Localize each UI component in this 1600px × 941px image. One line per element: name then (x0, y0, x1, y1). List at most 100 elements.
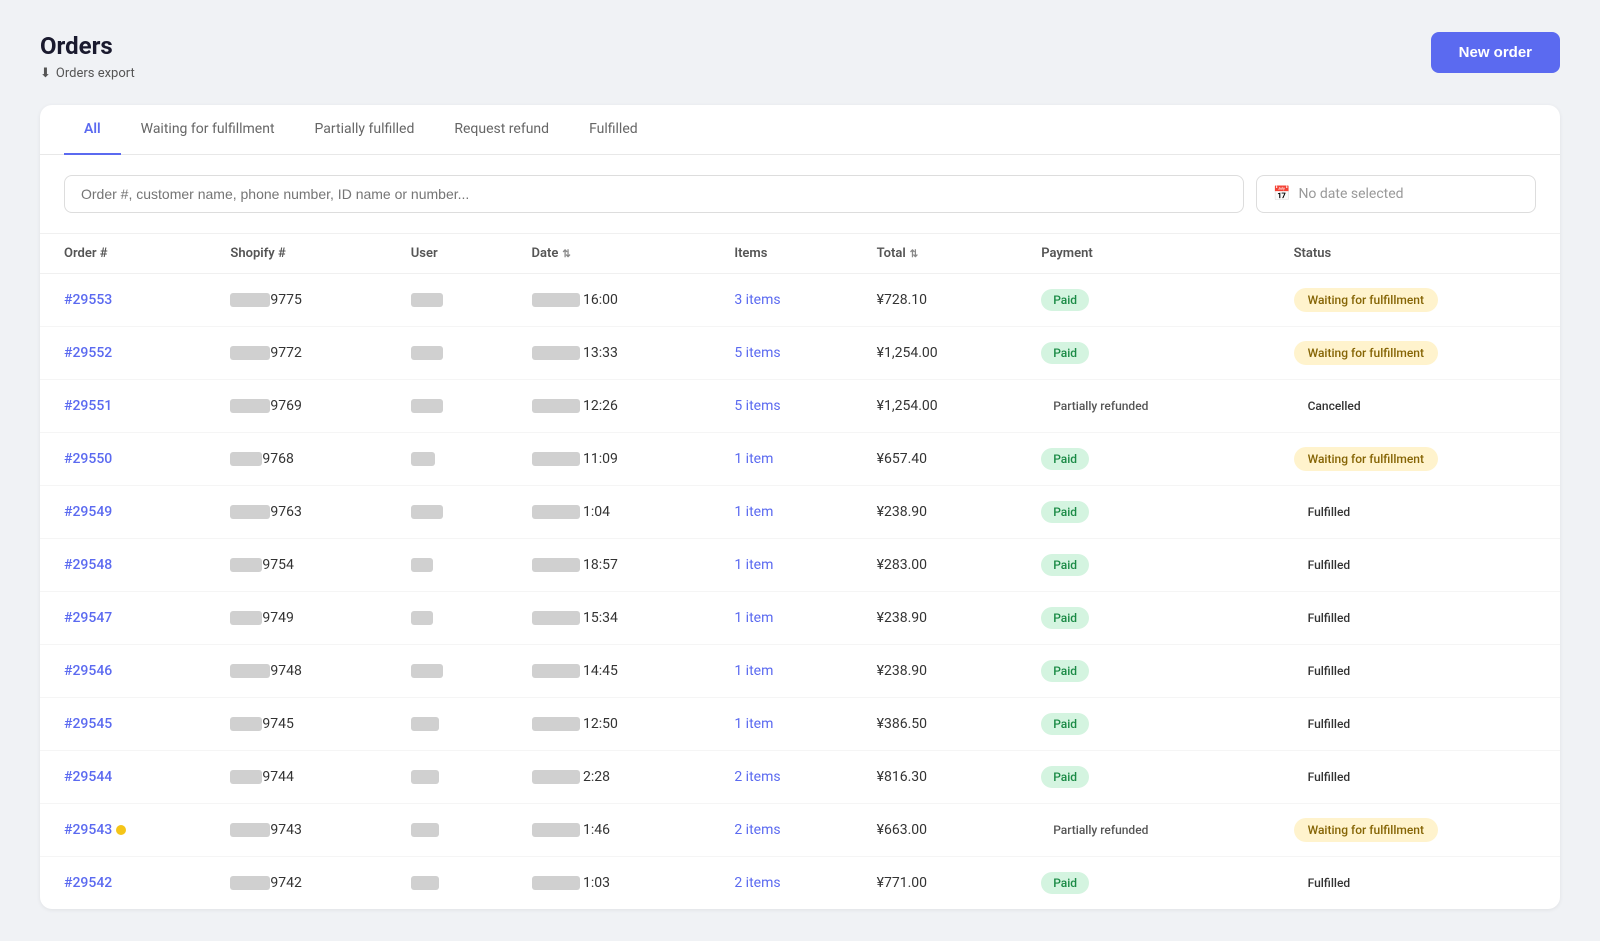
user-cell (387, 380, 508, 433)
user-cell (387, 698, 508, 751)
items-cell[interactable]: 1 item (710, 433, 852, 486)
user-cell (387, 433, 508, 486)
payment-badge: Paid (1041, 448, 1089, 470)
status-badge: Fulfilled (1294, 500, 1365, 524)
col-header-shopify: Shopify # (206, 234, 386, 274)
payment-badge: Paid (1041, 501, 1089, 523)
shopify-cell: 9744 (206, 751, 386, 804)
total-cell: ¥657.40 (853, 433, 1018, 486)
table-header-row: Order #Shopify #UserDate⇅ItemsTotal⇅Paym… (40, 234, 1560, 274)
status-badge: Fulfilled (1294, 553, 1365, 577)
payment-cell: Paid (1017, 486, 1269, 539)
order-link[interactable]: #29551 (64, 398, 112, 414)
items-link[interactable]: 1 item (734, 716, 773, 732)
items-cell[interactable]: 2 items (710, 751, 852, 804)
total-cell: ¥663.00 (853, 804, 1018, 857)
items-cell[interactable]: 1 item (710, 698, 852, 751)
items-cell[interactable]: 2 items (710, 804, 852, 857)
shopify-cell: 9763 (206, 486, 386, 539)
status-cell: Waiting for fulfillment (1270, 433, 1560, 486)
items-cell[interactable]: 1 item (710, 592, 852, 645)
user-cell (387, 645, 508, 698)
table-row: #295439743 1:462 items¥663.00Partially r… (40, 804, 1560, 857)
shopify-cell: 9775 (206, 274, 386, 327)
order-link[interactable]: #29546 (64, 663, 112, 679)
order-link[interactable]: #29544 (64, 769, 112, 785)
items-link[interactable]: 2 items (734, 875, 780, 891)
items-cell[interactable]: 1 item (710, 645, 852, 698)
shopify-cell: 9742 (206, 857, 386, 910)
total-cell: ¥238.90 (853, 486, 1018, 539)
order-link[interactable]: #29545 (64, 716, 112, 732)
payment-cell: Paid (1017, 857, 1269, 910)
items-cell[interactable]: 1 item (710, 486, 852, 539)
status-badge: Fulfilled (1294, 659, 1365, 683)
items-cell[interactable]: 5 items (710, 380, 852, 433)
date-cell: 2:28 (508, 751, 711, 804)
items-cell[interactable]: 5 items (710, 327, 852, 380)
items-link[interactable]: 1 item (734, 663, 773, 679)
items-link[interactable]: 2 items (734, 822, 780, 838)
tab-fulfilled[interactable]: Fulfilled (569, 105, 658, 155)
date-cell: 1:03 (508, 857, 711, 910)
status-cell: Waiting for fulfillment (1270, 274, 1560, 327)
items-link[interactable]: 3 items (734, 292, 780, 308)
items-cell[interactable]: 1 item (710, 539, 852, 592)
tabs: AllWaiting for fulfillmentPartially fulf… (40, 105, 1560, 155)
sort-icon-date: ⇅ (562, 249, 570, 260)
status-cell: Fulfilled (1270, 486, 1560, 539)
col-header-total[interactable]: Total⇅ (853, 234, 1018, 274)
items-link[interactable]: 1 item (734, 504, 773, 520)
status-cell: Cancelled (1270, 380, 1560, 433)
user-cell (387, 804, 508, 857)
items-link[interactable]: 1 item (734, 557, 773, 573)
order-link[interactable]: #29553 (64, 292, 112, 308)
items-link[interactable]: 5 items (734, 398, 780, 414)
order-link[interactable]: #29543 (64, 822, 112, 838)
filters: 📅 No date selected (40, 155, 1560, 234)
new-order-button[interactable]: New order (1431, 32, 1560, 73)
total-cell: ¥283.00 (853, 539, 1018, 592)
order-link[interactable]: #29549 (64, 504, 112, 520)
payment-badge: Paid (1041, 289, 1089, 311)
items-link[interactable]: 1 item (734, 610, 773, 626)
items-link[interactable]: 5 items (734, 345, 780, 361)
order-link[interactable]: #29552 (64, 345, 112, 361)
items-cell[interactable]: 2 items (710, 857, 852, 910)
items-link[interactable]: 1 item (734, 451, 773, 467)
table-row: #295459745 12:501 item¥386.50PaidFulfill… (40, 698, 1560, 751)
items-link[interactable]: 2 items (734, 769, 780, 785)
table-row: #295489754 18:571 item¥283.00PaidFulfill… (40, 539, 1560, 592)
user-cell (387, 539, 508, 592)
tab-all[interactable]: All (64, 105, 121, 155)
status-cell: Fulfilled (1270, 592, 1560, 645)
items-cell[interactable]: 3 items (710, 274, 852, 327)
export-link[interactable]: ⬇ Orders export (40, 66, 135, 81)
date-cell: 13:33 (508, 327, 711, 380)
order-link[interactable]: #29550 (64, 451, 112, 467)
status-cell: Fulfilled (1270, 698, 1560, 751)
payment-badge: Paid (1041, 766, 1089, 788)
tab-waiting[interactable]: Waiting for fulfillment (121, 105, 295, 155)
col-header-date[interactable]: Date⇅ (508, 234, 711, 274)
date-cell: 14:45 (508, 645, 711, 698)
order-link[interactable]: #29548 (64, 557, 112, 573)
date-placeholder: No date selected (1298, 186, 1403, 202)
payment-cell: Paid (1017, 645, 1269, 698)
status-badge: Waiting for fulfillment (1294, 341, 1438, 365)
payment-cell: Paid (1017, 592, 1269, 645)
tab-refund[interactable]: Request refund (434, 105, 569, 155)
calendar-icon: 📅 (1273, 186, 1290, 202)
date-cell: 1:04 (508, 486, 711, 539)
order-link[interactable]: #29542 (64, 875, 112, 891)
payment-cell: Partially refunded (1017, 804, 1269, 857)
payment-cell: Paid (1017, 751, 1269, 804)
date-cell: 18:57 (508, 539, 711, 592)
date-filter[interactable]: 📅 No date selected (1256, 175, 1536, 213)
order-link[interactable]: #29547 (64, 610, 112, 626)
payment-badge: Paid (1041, 713, 1089, 735)
tab-partial[interactable]: Partially fulfilled (295, 105, 435, 155)
shopify-cell: 9748 (206, 645, 386, 698)
search-input[interactable] (64, 175, 1244, 213)
date-cell: 16:00 (508, 274, 711, 327)
